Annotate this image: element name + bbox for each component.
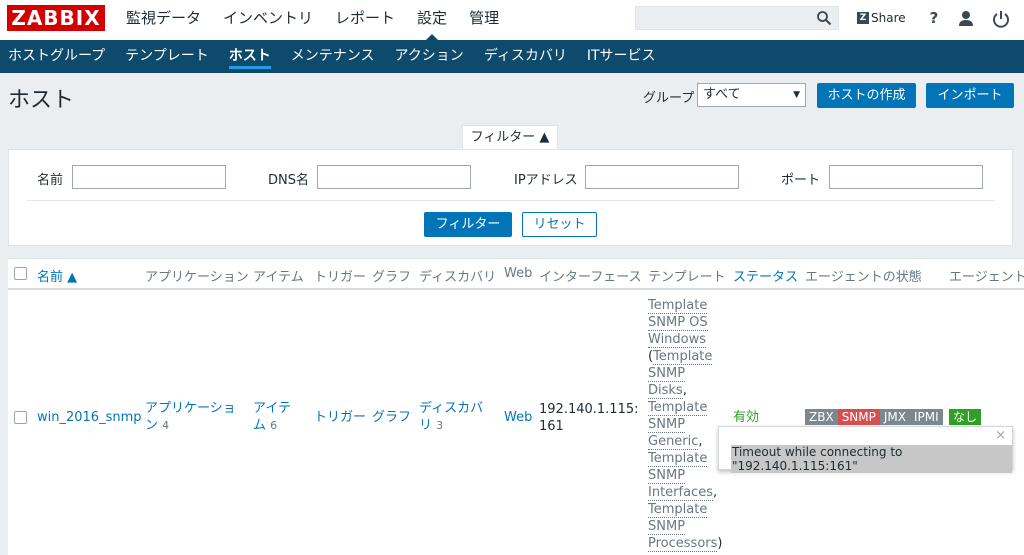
- nav-reports[interactable]: レポート: [335, 0, 395, 40]
- availability-snmp-badge[interactable]: SNMP: [837, 409, 880, 425]
- applications-count: 4: [162, 419, 170, 432]
- nav-monitoring[interactable]: 監視データ: [126, 0, 201, 40]
- col-graphs: グラフ: [372, 270, 412, 285]
- items-cell: アイテム 6: [253, 400, 299, 434]
- filter-name-input[interactable]: [72, 165, 226, 189]
- search-icon[interactable]: [816, 10, 832, 26]
- col-templates: テンプレート: [648, 270, 726, 285]
- filter-dns-input[interactable]: [317, 165, 471, 189]
- subnav-host-groups[interactable]: ホストグループ: [8, 40, 105, 73]
- create-host-button[interactable]: ホストの作成: [817, 83, 916, 108]
- share-icon: Z: [857, 12, 869, 24]
- host-name-link[interactable]: win_2016_snmp: [37, 409, 142, 426]
- encryption-cell: なし: [949, 409, 982, 426]
- web-link[interactable]: Web: [504, 409, 532, 426]
- zabbix-logo[interactable]: ZABBIX: [7, 5, 105, 31]
- encryption-none-badge: なし: [949, 409, 982, 425]
- discovery-count: 3: [436, 419, 444, 432]
- user-profile-icon[interactable]: [956, 9, 976, 29]
- select-all-checkbox[interactable]: [14, 267, 27, 280]
- filter-divider: [27, 200, 995, 201]
- subnav-actions[interactable]: アクション: [395, 40, 464, 73]
- filter-panel: 名前 DNS名 IPアドレス ポート フィルター リセット: [8, 149, 1013, 246]
- template-link-generic[interactable]: Template SNMP Generic: [648, 400, 708, 450]
- col-availability: エージェントの状態: [805, 270, 922, 285]
- items-count: 6: [270, 419, 278, 432]
- subnav-it-services[interactable]: ITサービス: [587, 40, 656, 73]
- discovery-cell: ディスカバリ 3: [419, 400, 491, 434]
- tooltip-message: Timeout while connecting to "192.140.1.1…: [731, 445, 1012, 473]
- close-icon[interactable]: ×: [995, 428, 1006, 443]
- discovery-link[interactable]: ディスカバリ: [419, 401, 483, 433]
- page-title: ホスト: [8, 88, 75, 113]
- subnav-hosts[interactable]: ホスト: [228, 40, 271, 73]
- subnav-maintenance[interactable]: メンテナンス: [291, 40, 375, 73]
- import-button[interactable]: インポート: [926, 83, 1014, 108]
- help-icon[interactable]: ?: [924, 9, 944, 29]
- filter-port-input[interactable]: [829, 165, 983, 189]
- subnav-discovery[interactable]: ディスカバリ: [484, 40, 567, 73]
- search-input[interactable]: [636, 7, 820, 31]
- nav-configuration[interactable]: 設定: [417, 0, 447, 41]
- col-triggers: トリガー: [314, 270, 367, 285]
- search-box: [635, 6, 839, 31]
- triggers-link[interactable]: トリガー: [314, 409, 366, 426]
- share-link[interactable]: Z Share: [857, 9, 906, 27]
- applications-link[interactable]: アプリケーション: [145, 401, 236, 433]
- group-label: グループ: [643, 91, 695, 106]
- top-bar: ZABBIX 監視データ インベントリ レポート 設定 管理 Z Share ?: [0, 0, 1024, 41]
- col-discovery: ディスカバリ: [419, 270, 497, 285]
- col-web: Web: [504, 266, 533, 281]
- share-label: Share: [871, 11, 906, 25]
- templates-cell: Template SNMP OS Windows (Template SNMP …: [648, 298, 723, 552]
- col-status[interactable]: ステータス: [733, 266, 798, 285]
- main-nav: 監視データ インベントリ レポート 設定 管理: [126, 0, 521, 41]
- hosts-table: 名前 ▲ アプリケーション アイテム トリガー グラフ ディスカバリ Web イ…: [8, 258, 1024, 555]
- col-name[interactable]: 名前 ▲: [37, 266, 77, 285]
- filter-name-label: 名前: [37, 173, 64, 188]
- filter-dns-label: DNS名: [268, 173, 309, 188]
- template-link-interfaces[interactable]: Template SNMP Interfaces: [648, 451, 713, 501]
- row-checkbox[interactable]: [14, 411, 27, 424]
- filter-apply-button[interactable]: フィルター: [424, 212, 512, 237]
- filter-port-label: ポート: [781, 173, 821, 188]
- col-items: アイテム: [253, 270, 304, 285]
- group-select[interactable]: すべて ▼: [697, 83, 806, 107]
- availability-zbx-badge: ZBX: [805, 409, 838, 425]
- status-enabled-link[interactable]: 有効: [733, 409, 759, 426]
- sub-nav: ホストグループ テンプレート ホスト メンテナンス アクション ディスカバリ I…: [0, 40, 1024, 73]
- applications-cell: アプリケーション 4: [145, 400, 241, 434]
- header-divider: [8, 288, 1024, 290]
- sign-out-icon[interactable]: [991, 9, 1011, 29]
- filter-ip-input[interactable]: [585, 165, 739, 189]
- availability-cell: ZBX SNMP JMX IPMI: [805, 409, 943, 426]
- template-link-disks[interactable]: Template SNMP Disks: [648, 349, 713, 399]
- col-applications: アプリケーション: [145, 270, 249, 285]
- filter-tab[interactable]: フィルター ▲: [462, 125, 558, 150]
- template-link-processors[interactable]: Template SNMP Processors: [648, 502, 718, 552]
- chevron-down-icon: ▼: [793, 90, 800, 100]
- col-interface: インターフェース: [539, 270, 642, 285]
- group-select-value: すべて: [703, 87, 741, 102]
- filter-ip-label: IPアドレス: [514, 173, 578, 188]
- graphs-link[interactable]: グラフ: [372, 409, 411, 426]
- col-agent-encryption: エージェント: [949, 270, 1024, 285]
- template-link-os-windows[interactable]: Template SNMP OS Windows: [648, 298, 708, 348]
- snmp-error-tooltip: × Timeout while connecting to "192.140.1…: [718, 426, 1013, 473]
- interface-cell: 192.140.1.115: 161: [539, 402, 639, 434]
- subnav-templates[interactable]: テンプレート: [125, 40, 209, 73]
- availability-jmx-badge: JMX: [879, 409, 910, 425]
- availability-ipmi-badge: IPMI: [910, 409, 943, 425]
- nav-inventory[interactable]: インベントリ: [223, 0, 313, 40]
- filter-reset-button[interactable]: リセット: [522, 212, 597, 237]
- nav-administration[interactable]: 管理: [469, 0, 499, 40]
